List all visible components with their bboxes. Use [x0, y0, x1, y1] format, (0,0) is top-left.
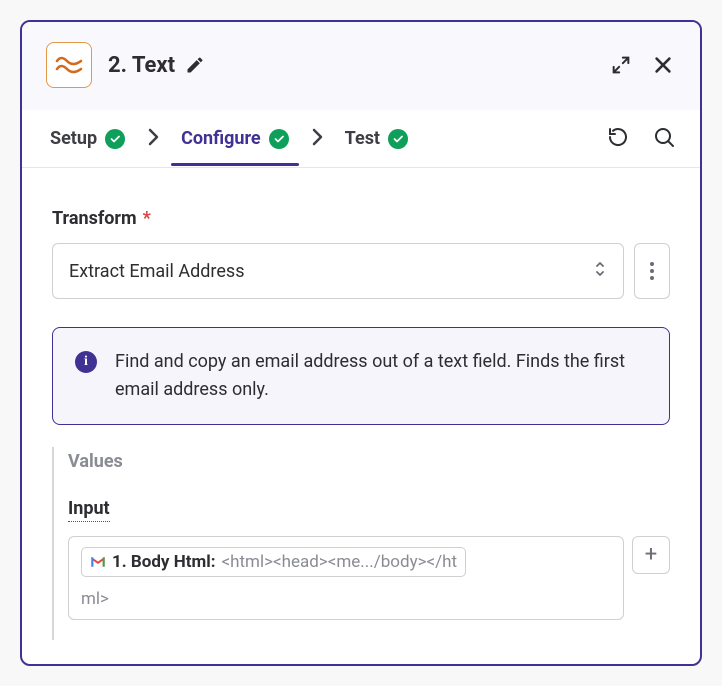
step-title: 2. Text — [108, 53, 175, 78]
chevron-right-icon — [311, 128, 323, 150]
undo-icon[interactable] — [606, 125, 630, 153]
tab-setup-label: Setup — [50, 128, 97, 149]
add-input-button[interactable]: + — [632, 536, 670, 574]
tab-setup[interactable]: Setup — [46, 112, 129, 165]
info-callout: i Find and copy an email address out of … — [52, 327, 670, 425]
tab-test-label: Test — [345, 128, 380, 149]
tab-test[interactable]: Test — [341, 112, 412, 165]
input-field[interactable]: 1. Body Html: <html><head><me.../body></… — [68, 536, 624, 620]
expand-icon[interactable] — [608, 52, 634, 78]
tabs-bar: Setup Configure Test — [22, 110, 700, 168]
transform-label: Transform * — [52, 208, 670, 229]
mapped-field-pill[interactable]: 1. Body Html: <html><head><me.../body></… — [81, 547, 466, 577]
tab-configure-label: Configure — [181, 128, 261, 149]
panel-header: 2. Text — [22, 22, 700, 110]
input-field-label: Input — [68, 498, 110, 522]
transform-select-value: Extract Email Address — [69, 261, 245, 282]
pill-overflow-text: ml> — [81, 589, 109, 609]
values-section-title: Values — [68, 451, 670, 472]
required-asterisk: * — [143, 208, 151, 229]
select-caret-icon — [593, 259, 607, 284]
pill-value: <html><head><me.../body></ht — [221, 552, 457, 572]
edit-title-icon[interactable] — [185, 55, 205, 75]
check-icon — [105, 129, 125, 149]
close-icon[interactable] — [650, 52, 676, 78]
pill-label: 1. Body Html: — [112, 552, 215, 572]
info-icon: i — [75, 351, 97, 373]
chevron-right-icon — [147, 128, 159, 150]
tab-configure[interactable]: Configure — [177, 112, 293, 165]
gmail-icon — [90, 556, 106, 568]
step-panel: 2. Text Setup Configure — [20, 20, 702, 666]
info-text: Find and copy an email address out of a … — [115, 348, 647, 404]
formatter-app-icon — [46, 42, 92, 88]
check-icon — [269, 129, 289, 149]
transform-select[interactable]: Extract Email Address — [52, 243, 624, 299]
search-icon[interactable] — [652, 125, 676, 153]
check-icon — [388, 129, 408, 149]
values-section: Values Input 1. Body Html: — [52, 447, 670, 640]
transform-more-button[interactable] — [634, 243, 670, 299]
